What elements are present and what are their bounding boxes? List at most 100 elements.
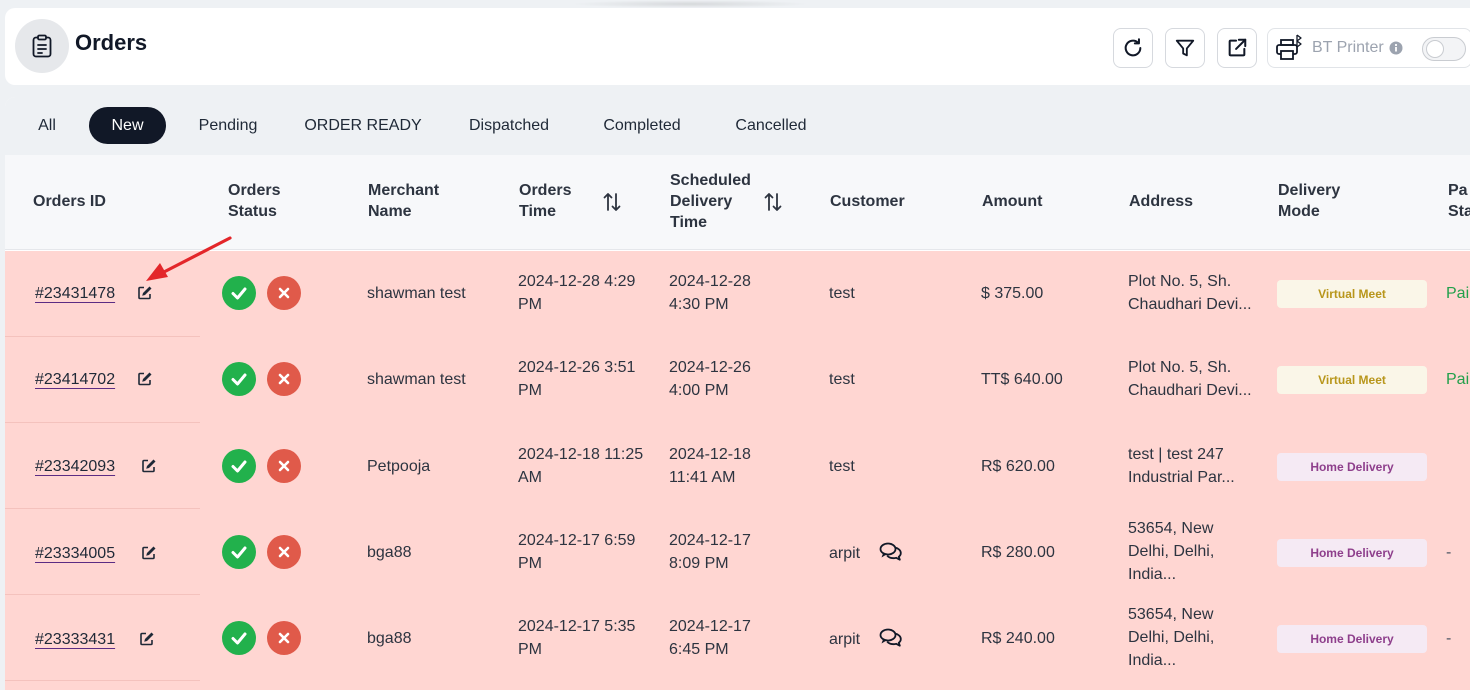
scheduled-clock: 11:41 AM bbox=[669, 469, 736, 486]
accept-order-button[interactable] bbox=[222, 535, 256, 569]
edit-icon[interactable] bbox=[141, 458, 157, 474]
address-line: Plot No. 5, Sh. bbox=[1128, 359, 1232, 376]
sort-icon[interactable] bbox=[603, 192, 621, 212]
export-button[interactable] bbox=[1217, 28, 1257, 68]
col-scheduled-l2: Delivery bbox=[670, 193, 733, 210]
order-time-date: 2024-12-17 6:59 bbox=[518, 532, 636, 549]
chat-icon[interactable] bbox=[879, 628, 903, 648]
close-icon bbox=[278, 632, 290, 644]
col-merchant: Merchant Name bbox=[368, 180, 439, 222]
delivery-address: test | test 247 Industrial Par... bbox=[1128, 443, 1235, 489]
reject-order-button[interactable] bbox=[267, 535, 301, 569]
info-icon[interactable] bbox=[1389, 41, 1403, 55]
edit-icon[interactable] bbox=[141, 545, 157, 561]
order-amount: R$ 620.00 bbox=[981, 458, 1055, 475]
delivery-mode-badge: Virtual Meet bbox=[1277, 280, 1427, 308]
table-row[interactable]: #23342093 Petpooja 2024-12-18 11:25 AM 2… bbox=[5, 423, 1470, 509]
address-line: Chaudhari Devi... bbox=[1128, 382, 1252, 399]
tab-dispatched[interactable]: Dispatched bbox=[457, 107, 561, 144]
bt-printer-control: BT Printer bbox=[1267, 28, 1470, 68]
close-icon bbox=[278, 460, 290, 472]
col-delivery-mode-l1: Delivery bbox=[1278, 182, 1341, 199]
tab-pending[interactable]: Pending bbox=[185, 107, 271, 144]
sort-icon[interactable] bbox=[764, 192, 782, 212]
col-scheduled-delivery[interactable]: Scheduled Delivery Time bbox=[670, 170, 751, 233]
merchant-name: bga88 bbox=[367, 630, 412, 647]
tab-order-ready[interactable]: ORDER READY bbox=[300, 107, 426, 144]
address-line: Chaudhari Devi... bbox=[1128, 296, 1252, 313]
col-orders-time-l1: Orders bbox=[519, 182, 572, 199]
bt-printer-toggle[interactable] bbox=[1422, 37, 1466, 61]
reject-order-button[interactable] bbox=[267, 276, 301, 310]
order-time-date: 2024-12-18 11:25 bbox=[518, 446, 644, 463]
col-orders-time[interactable]: Orders Time bbox=[519, 180, 571, 222]
address-line: Plot No. 5, Sh. bbox=[1128, 273, 1232, 290]
scheduled-date: 2024-12-17 bbox=[669, 532, 751, 549]
customer-name: test bbox=[829, 458, 855, 475]
scheduled-date: 2024-12-17 bbox=[669, 618, 751, 635]
tab-completed[interactable]: Completed bbox=[591, 107, 693, 144]
edit-icon[interactable] bbox=[137, 285, 153, 301]
payment-status: Pai bbox=[1446, 285, 1470, 302]
delivery-mode-badge: Virtual Meet bbox=[1277, 366, 1427, 394]
order-time-period: PM bbox=[518, 641, 542, 658]
address-line: test | test 247 bbox=[1128, 446, 1224, 463]
reject-order-button[interactable] bbox=[267, 362, 301, 396]
order-time: 2024-12-17 5:35 PM bbox=[518, 615, 635, 661]
order-id-link[interactable]: #23342093 bbox=[35, 455, 115, 478]
order-time-date: 2024-12-17 5:35 bbox=[518, 618, 636, 635]
table-row[interactable] bbox=[5, 681, 1470, 690]
order-time-period: PM bbox=[518, 382, 542, 399]
accept-order-button[interactable] bbox=[222, 449, 256, 483]
table-row[interactable]: #23333431 bga88 2024-12-17 5:35 PM 2024-… bbox=[5, 595, 1470, 681]
table-row[interactable]: #23334005 bga88 2024-12-17 6:59 PM 2024-… bbox=[5, 509, 1470, 595]
filter-icon bbox=[1175, 39, 1195, 57]
col-amount: Amount bbox=[982, 193, 1043, 210]
bluetooth-printer-icon bbox=[1274, 33, 1304, 63]
scheduled-time: 2024-12-26 4:00 PM bbox=[669, 356, 751, 402]
tab-all[interactable]: All bbox=[21, 107, 73, 144]
edit-icon[interactable] bbox=[137, 371, 153, 387]
delivery-address: Plot No. 5, Sh. Chaudhari Devi... bbox=[1128, 356, 1252, 402]
order-time: 2024-12-17 6:59 PM bbox=[518, 529, 635, 575]
order-id-link[interactable]: #23333431 bbox=[35, 628, 115, 651]
accept-order-button[interactable] bbox=[222, 621, 256, 655]
col-scheduled-l3: Time bbox=[670, 214, 708, 231]
scheduled-clock: 6:45 PM bbox=[669, 641, 729, 658]
payment-status: - bbox=[1446, 544, 1452, 561]
reject-order-button[interactable] bbox=[267, 621, 301, 655]
address-line: India... bbox=[1128, 652, 1177, 669]
orders-panel: All New Pending ORDER READY Dispatched C… bbox=[5, 97, 1470, 690]
address-line: India... bbox=[1128, 566, 1177, 583]
col-delivery-mode: Delivery Mode bbox=[1278, 180, 1340, 222]
close-icon bbox=[278, 546, 290, 558]
tab-new[interactable]: New bbox=[89, 107, 166, 144]
merchant-name: bga88 bbox=[367, 544, 412, 561]
col-payment-status: Pa Sta bbox=[1448, 180, 1470, 222]
col-order-status-l1: Orders bbox=[228, 182, 281, 199]
chat-icon[interactable] bbox=[879, 542, 903, 562]
order-id-link[interactable]: #23334005 bbox=[35, 542, 115, 565]
refresh-icon bbox=[1124, 38, 1142, 57]
refresh-button[interactable] bbox=[1113, 28, 1153, 68]
scheduled-date: 2024-12-18 bbox=[669, 446, 751, 463]
order-id-link[interactable]: #23431478 bbox=[35, 282, 115, 305]
tab-cancelled[interactable]: Cancelled bbox=[724, 107, 818, 144]
scheduled-clock: 4:30 PM bbox=[669, 296, 729, 313]
payment-status: Pai bbox=[1446, 371, 1470, 388]
order-time-date: 2024-12-28 4:29 bbox=[518, 273, 636, 290]
table-row[interactable]: #23414702 shawman test 2024-12-26 3:51 P… bbox=[5, 337, 1470, 423]
col-address: Address bbox=[1129, 193, 1194, 210]
close-icon bbox=[278, 373, 290, 385]
order-id-link[interactable]: #23414702 bbox=[35, 368, 115, 391]
accept-order-button[interactable] bbox=[222, 362, 256, 396]
delivery-mode-badge: Home Delivery bbox=[1277, 453, 1427, 481]
delivery-address: 53654, New Delhi, Delhi, India... bbox=[1128, 517, 1214, 586]
reject-order-button[interactable] bbox=[267, 449, 301, 483]
edit-icon[interactable] bbox=[139, 631, 155, 647]
filter-button[interactable] bbox=[1165, 28, 1205, 68]
merchant-name: Petpooja bbox=[367, 458, 431, 475]
status-tabs: All New Pending ORDER READY Dispatched C… bbox=[5, 97, 1470, 155]
order-time-period: PM bbox=[518, 296, 542, 313]
scheduled-clock: 4:00 PM bbox=[669, 382, 729, 399]
